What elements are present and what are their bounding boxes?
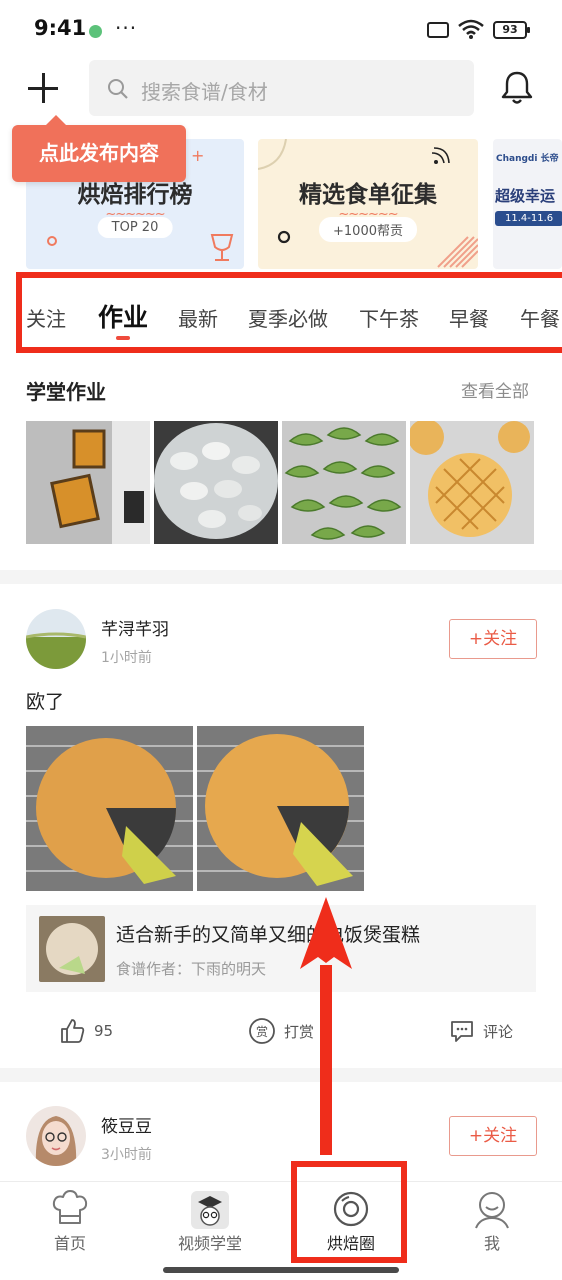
tab-homework[interactable]: 作业 <box>98 298 148 340</box>
comment-button[interactable]: 评论 <box>449 1015 513 1047</box>
tab-lunch[interactable]: 午餐 <box>520 303 560 332</box>
search-placeholder: 搜索食谱/食材 <box>141 80 268 104</box>
homework-thumb[interactable] <box>26 421 150 544</box>
banner-promo[interactable]: Changdi 长帝 超级幸运 11.4-11.6 <box>493 139 562 269</box>
like-count: 95 <box>94 1022 114 1040</box>
section-divider <box>0 1068 562 1082</box>
nav-label: 首页 <box>53 1234 86 1253</box>
post-photo[interactable] <box>197 726 364 891</box>
category-tabs: 关注 作业 最新 夏季必做 下午茶 早餐 午餐 <box>0 284 562 350</box>
tab-follow[interactable]: 关注 <box>26 303 66 332</box>
comment-icon <box>451 1021 473 1042</box>
post-username[interactable]: 筱豆豆 <box>101 1112 152 1137</box>
homework-thumbnails <box>26 421 536 544</box>
banner-title: 精选食单征集 <box>299 182 437 208</box>
svg-text:赏: 赏 <box>256 1025 268 1039</box>
banner-pill: +1000帮贡 <box>319 217 417 242</box>
banner-collection[interactable]: 精选食单征集 ~~~~~~ +1000帮贡 <box>258 139 478 269</box>
brand-logo: Changdi 长帝 <box>496 154 559 164</box>
profile-icon <box>475 1192 509 1229</box>
banner-date: 11.4-11.6 <box>495 211 562 226</box>
post-actions: 95 赏 打赏 评论 <box>0 1005 562 1057</box>
status-more: ··· <box>115 16 138 40</box>
baking-circle-icon <box>333 1191 369 1227</box>
search-bar[interactable]: 搜索食谱/食材 <box>89 60 474 116</box>
wifi-icon <box>458 19 484 39</box>
banner-title: 超级幸运 <box>495 187 556 205</box>
homework-thumb[interactable] <box>154 421 278 544</box>
tab-latest[interactable]: 最新 <box>178 303 218 332</box>
section-divider <box>0 570 562 584</box>
follow-button[interactable]: +关注 <box>449 619 537 659</box>
home-indicator <box>163 1267 399 1273</box>
bell-icon[interactable] <box>500 70 534 106</box>
status-bar: 9:41 ··· 93 <box>0 0 562 60</box>
comment-label: 评论 <box>483 1022 514 1041</box>
search-icon <box>108 79 128 99</box>
tab-afternoon-tea[interactable]: 下午茶 <box>359 303 419 332</box>
top-header: 搜索食谱/食材 <box>0 58 562 120</box>
notification-dot <box>89 25 102 38</box>
reward-button[interactable]: 赏 打赏 <box>248 1015 314 1047</box>
post-caption: 欧了 <box>26 691 65 713</box>
linked-recipe-card[interactable]: 适合新手的又简单又细的电饭煲蛋糕 食谱作者：下雨的明天 <box>26 905 536 992</box>
recipe-thumbnail <box>39 916 105 982</box>
post-time: 1小时前 <box>101 650 152 666</box>
nav-me[interactable]: 我 <box>422 1182 562 1280</box>
view-all-link[interactable]: 查看全部 <box>461 377 529 402</box>
recipe-author: 食谱作者：下雨的明天 <box>116 960 267 978</box>
nav-label: 我 <box>483 1234 500 1253</box>
post-time: 3小时前 <box>101 1147 152 1163</box>
status-time: 9:41 <box>34 16 87 40</box>
like-button[interactable]: 95 <box>60 1015 113 1047</box>
publish-tooltip[interactable]: 点此发布内容 <box>12 115 186 182</box>
follow-button[interactable]: +关注 <box>449 1116 537 1156</box>
banner-pill: TOP 20 <box>97 217 173 238</box>
section-title: 学堂作业 <box>26 380 106 404</box>
bottom-navigation: 首页 视频学堂 烘焙圈 我 <box>0 1181 562 1280</box>
publish-plus-button[interactable] <box>26 68 62 108</box>
tab-breakfast[interactable]: 早餐 <box>449 303 489 332</box>
recipe-title: 适合新手的又简单又细的电饭煲蛋糕 <box>116 924 421 946</box>
nav-label: 烘焙圈 <box>326 1234 375 1253</box>
reward-icon: 赏 <box>249 1018 275 1044</box>
post-username[interactable]: 芊浔芊羽 <box>101 615 169 640</box>
video-school-icon <box>191 1191 229 1229</box>
nav-video-school[interactable]: 视频学堂 <box>140 1182 280 1280</box>
avatar[interactable] <box>26 1106 86 1166</box>
chef-hat-icon <box>52 1190 88 1224</box>
sim-icon <box>427 22 449 38</box>
homework-thumb[interactable] <box>410 421 534 544</box>
nav-baking-circle[interactable]: 烘焙圈 <box>281 1182 421 1280</box>
reward-label: 打赏 <box>284 1022 315 1041</box>
avatar[interactable] <box>26 609 86 669</box>
tab-summer[interactable]: 夏季必做 <box>248 303 328 332</box>
post-photo[interactable] <box>26 726 193 891</box>
battery-indicator: 93 <box>493 21 530 39</box>
nav-label: 视频学堂 <box>177 1234 242 1253</box>
nav-home[interactable]: 首页 <box>0 1182 140 1280</box>
svg-text:+: + <box>191 146 204 165</box>
thumbs-up-icon <box>61 1019 85 1043</box>
homework-thumb[interactable] <box>282 421 406 544</box>
